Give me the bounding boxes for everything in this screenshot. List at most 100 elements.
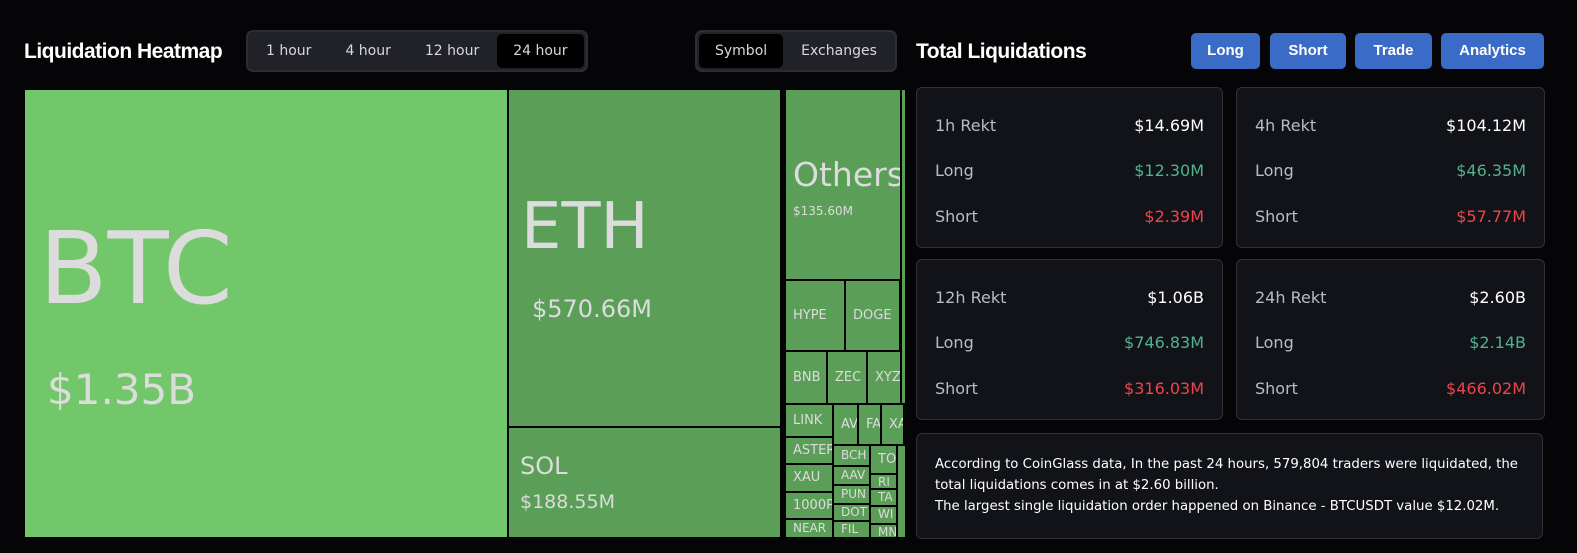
long-value: $12.30M xyxy=(1134,161,1204,180)
treemap-cell-xyz[interactable]: XYZ xyxy=(867,351,901,404)
treemap-cell-fa[interactable]: FA xyxy=(858,404,881,445)
long-label: Long xyxy=(935,333,974,352)
treemap-cell-doge[interactable]: DOGE xyxy=(845,280,900,351)
cell-symbol: 1000P xyxy=(793,497,833,513)
long-button[interactable]: Long xyxy=(1191,33,1260,69)
treemap-cell-av[interactable]: AV xyxy=(833,404,858,445)
cell-symbol: WI xyxy=(878,507,894,521)
tab-24-hour[interactable]: 24 hour xyxy=(497,34,584,68)
treemap-cell-ri[interactable]: RI xyxy=(870,474,897,489)
cell-symbol: XAU xyxy=(793,470,821,485)
treemap-cell-near[interactable]: NEAR xyxy=(785,519,833,538)
cell-symbol: ZEC xyxy=(835,369,862,385)
cell-symbol: FIL xyxy=(841,522,859,536)
long-label: Long xyxy=(935,161,974,180)
long-value: $46.35M xyxy=(1456,161,1526,180)
treemap-cell-pun[interactable]: PUN xyxy=(833,485,870,504)
cell-symbol: MN xyxy=(878,525,897,538)
period-label: 24h Rekt xyxy=(1255,288,1327,307)
treemap-cell-to[interactable]: TO xyxy=(870,445,897,474)
cell-symbol: DOGE xyxy=(853,307,892,323)
long-label: Long xyxy=(1255,333,1294,352)
view-selector: Symbol Exchanges xyxy=(695,30,897,72)
cell-symbol: ETH xyxy=(521,190,649,264)
cell-symbol: FA xyxy=(866,416,881,432)
analytics-button[interactable]: Analytics xyxy=(1441,33,1544,69)
cell-symbol: RI xyxy=(878,475,890,489)
treemap-cell-aav[interactable]: AAV xyxy=(833,466,870,485)
short-value: $466.02M xyxy=(1446,379,1526,398)
cell-value: $188.55M xyxy=(520,491,615,513)
total-liquidations-title: Total Liquidations xyxy=(916,40,1087,63)
timeframe-selector: 1 hour 4 hour 12 hour 24 hour xyxy=(246,30,588,72)
trade-button[interactable]: Trade xyxy=(1355,33,1432,69)
cell-symbol: NEAR xyxy=(793,520,827,535)
cell-symbol: Others xyxy=(793,155,901,194)
cell-symbol: SOL xyxy=(520,452,568,480)
rekt-card-1h: 1h Rekt $14.69M Long $12.30M Short $2.39M xyxy=(916,87,1223,248)
treemap-cell-xau[interactable]: XAU xyxy=(785,464,833,492)
cell-symbol: AV xyxy=(841,416,858,432)
cell-symbol: PUN xyxy=(841,486,866,501)
treemap-cell-others[interactable]: Others $135.60M xyxy=(785,89,901,280)
short-label: Short xyxy=(1255,379,1298,398)
long-value: $2.14B xyxy=(1469,333,1526,352)
period-label: 4h Rekt xyxy=(1255,116,1317,135)
tab-1-hour[interactable]: 1 hour xyxy=(250,34,327,68)
treemap-cell-ta[interactable]: TA xyxy=(870,489,897,506)
tab-symbol[interactable]: Symbol xyxy=(699,34,784,68)
short-value: $2.39M xyxy=(1144,207,1204,226)
tab-12-hour[interactable]: 12 hour xyxy=(409,34,495,68)
rekt-card-24h: 24h Rekt $2.60B Long $2.14B Short $466.02M xyxy=(1236,259,1545,420)
cell-symbol: AAV xyxy=(841,467,866,482)
treemap-cell-dot[interactable]: DOT xyxy=(833,504,870,521)
treemap-cell-unlabeled[interactable] xyxy=(897,445,906,538)
rekt-card-4h: 4h Rekt $104.12M Long $46.35M Short $57.77M xyxy=(1236,87,1545,248)
cell-symbol: DOT xyxy=(841,505,868,519)
rekt-card-12h: 12h Rekt $1.06B Long $746.83M Short $316.03… xyxy=(916,259,1223,420)
treemap-cell-1000p[interactable]: 1000P xyxy=(785,492,833,519)
treemap-cell-link[interactable]: LINK xyxy=(785,404,833,437)
treemap-cell-bnb[interactable]: BNB xyxy=(785,351,827,404)
cell-value: $135.60M xyxy=(793,204,853,218)
cell-value: $1.35B xyxy=(47,365,197,414)
treemap-cell-fil[interactable]: FIL xyxy=(833,521,870,538)
tab-4-hour[interactable]: 4 hour xyxy=(329,34,406,68)
heatmap-title: Liquidation Heatmap xyxy=(24,40,223,63)
total-value: $104.12M xyxy=(1446,116,1526,135)
cell-symbol: ASTER xyxy=(793,442,833,458)
long-value: $746.83M xyxy=(1124,333,1204,352)
summary-line-2: The largest single liquidation order hap… xyxy=(935,499,1500,514)
period-label: 1h Rekt xyxy=(935,116,997,135)
cell-symbol: HYPE xyxy=(793,307,827,323)
total-value: $2.60B xyxy=(1469,288,1526,307)
short-value: $316.03M xyxy=(1124,379,1204,398)
total-value: $14.69M xyxy=(1134,116,1204,135)
cell-symbol: BTC xyxy=(39,210,233,327)
cell-symbol: BNB xyxy=(793,369,821,385)
short-button[interactable]: Short xyxy=(1270,33,1346,69)
short-value: $57.77M xyxy=(1456,207,1526,226)
treemap-cell-eth[interactable]: ETH $570.66M xyxy=(508,89,781,427)
treemap-cell-unlabeled[interactable] xyxy=(901,89,906,404)
treemap-cell-btc[interactable]: BTC $1.35B xyxy=(24,89,508,538)
treemap-cell-sol[interactable]: SOL $188.55M xyxy=(508,427,781,538)
treemap-cell-aster[interactable]: ASTER xyxy=(785,437,833,464)
liquidation-summary: According to CoinGlass data, In the past… xyxy=(916,433,1543,539)
treemap-cell-hype[interactable]: HYPE xyxy=(785,280,845,351)
cell-symbol: LINK xyxy=(793,412,823,428)
cell-symbol: TO xyxy=(878,451,897,467)
treemap-cell-wi[interactable]: WI xyxy=(870,506,897,524)
cell-symbol: XYZ xyxy=(875,369,901,385)
long-label: Long xyxy=(1255,161,1294,180)
tab-exchanges[interactable]: Exchanges xyxy=(785,34,893,68)
period-label: 12h Rekt xyxy=(935,288,1007,307)
total-value: $1.06B xyxy=(1147,288,1204,307)
summary-line-1: According to CoinGlass data, In the past… xyxy=(935,457,1518,493)
treemap-cell-xa[interactable]: XA xyxy=(881,404,904,445)
short-label: Short xyxy=(935,379,978,398)
cell-symbol: BCH xyxy=(841,447,867,462)
treemap-cell-zec[interactable]: ZEC xyxy=(827,351,867,404)
treemap-cell-bch[interactable]: BCH xyxy=(833,445,870,466)
treemap-cell-mn[interactable]: MN xyxy=(870,524,897,538)
